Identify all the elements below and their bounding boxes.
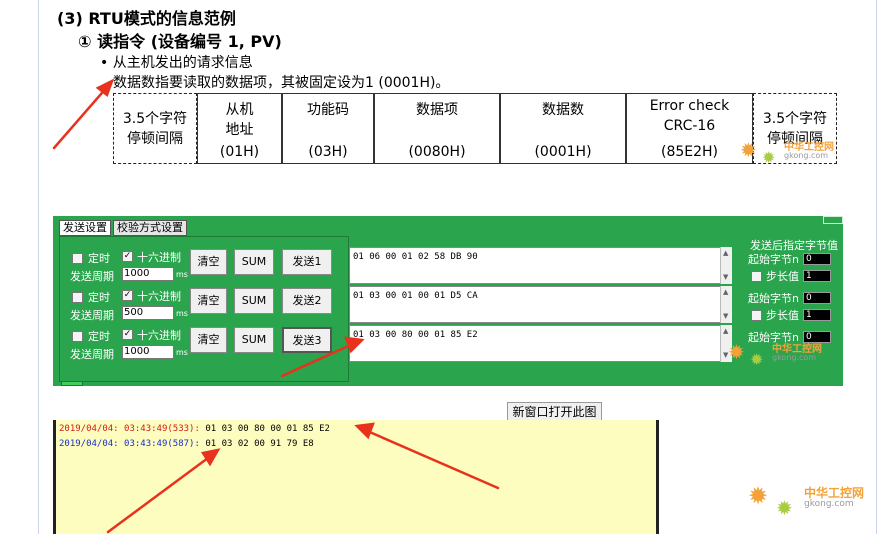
arrow-to-log-received <box>106 453 214 534</box>
arrow-head <box>344 336 365 354</box>
arrow-to-description <box>52 84 110 150</box>
arrow-head <box>95 78 115 98</box>
annotation-arrows <box>52 78 500 534</box>
arrow-to-send-data-3 <box>280 341 357 378</box>
arrow-head <box>354 422 375 440</box>
arrow-head <box>200 448 221 467</box>
arrow-to-log-sent <box>363 428 500 490</box>
